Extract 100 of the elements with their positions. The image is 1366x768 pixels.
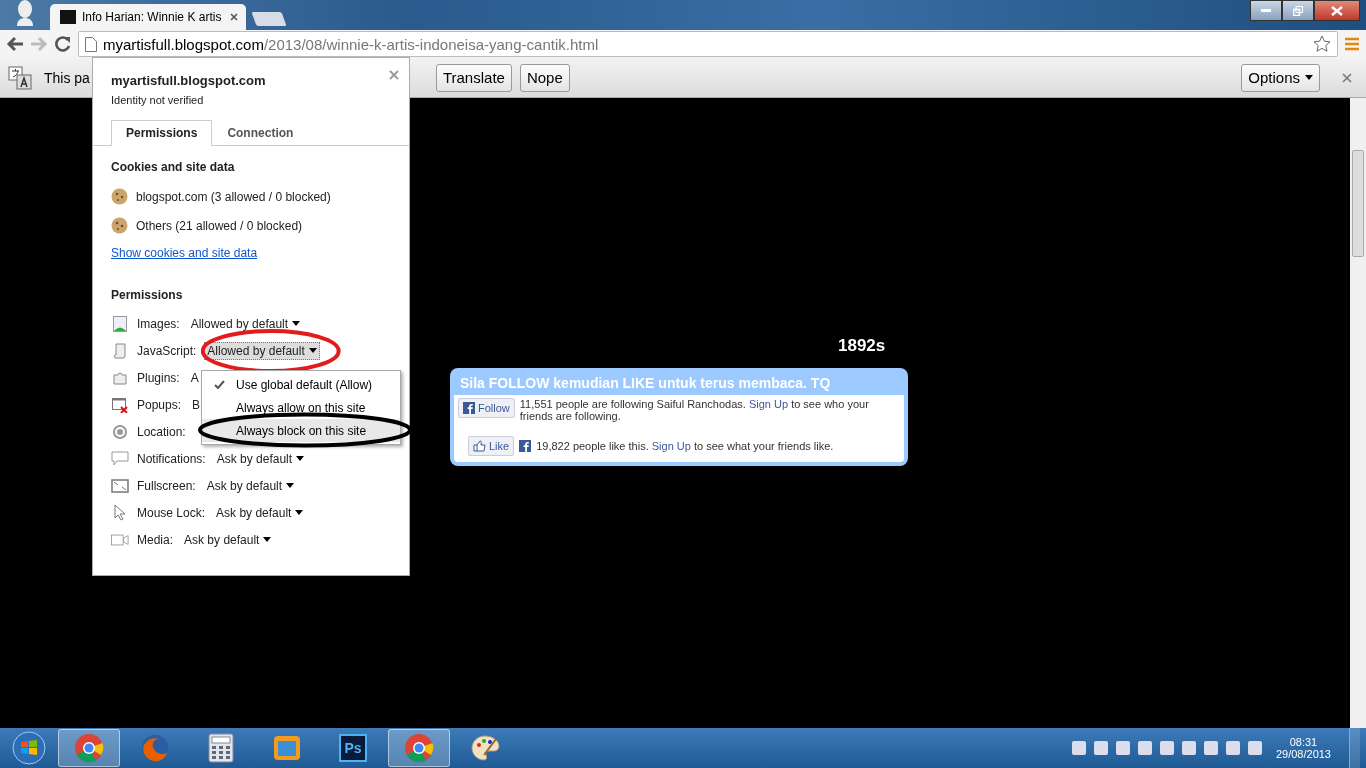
show-cookies-link[interactable]: Show cookies and site data [111,246,258,260]
tray-icon[interactable] [1181,741,1196,755]
tray-icon[interactable] [1225,741,1240,755]
permission-label: Notifications: [137,451,206,466]
permission-dropdown[interactable]: Ask by default [213,449,308,468]
cookie-count: blogspot.com (3 allowed / 0 blocked) [136,189,331,204]
taskbar-app-button[interactable]: Ps [322,729,384,767]
follow-text: 11,551 people are following Saiful Ranchodas. Sign Up to see who your friends are following. [519,398,870,422]
follow-button[interactable]: Follow [458,398,515,418]
permission-label: Plugins: [137,370,180,385]
close-icon[interactable] [389,70,399,80]
sign-up-link[interactable]: Sign Up [748,398,789,410]
identity-status: Identity not verified [111,94,205,106]
address-field[interactable]: myartisfull.blogspot.com/2013/08/winnie-k-artis-indoneisa-yang-cantik.html [78,31,1338,57]
infobar-button[interactable]: Translate [435,63,512,92]
caret-icon [286,483,295,488]
caret-icon [295,510,304,515]
widget-title: Sila FOLLOW kemudian LIKE untuk terus membaca. TQ [459,374,832,393]
tray-icon[interactable] [1115,741,1130,755]
firefox-icon [140,733,170,763]
tray-icon[interactable] [1071,741,1086,755]
tray-icon[interactable] [1247,741,1262,755]
menu-item[interactable]: Use global default (Allow) [202,373,400,396]
sign-up-link[interactable]: Sign Up [651,440,691,452]
tray-icon[interactable] [1159,741,1174,755]
permission-label: JavaScript: [137,343,197,358]
restore-button[interactable] [1282,0,1314,21]
tray-icon[interactable] [1203,741,1218,755]
facebook-icon [519,440,532,452]
close-icon[interactable] [1342,72,1352,83]
photoshop-icon: Ps [339,734,367,762]
minimize-button[interactable] [1250,0,1282,21]
blocked-window-icon [112,396,128,413]
menu-item[interactable]: Always allow on this site [202,396,400,419]
tray-icon[interactable] [1137,741,1152,755]
popup-tab[interactable]: Connection [212,120,309,146]
section-heading: Cookies and site data [111,160,236,174]
tray-icon[interactable] [1093,741,1108,755]
paint-palette-icon [470,733,500,763]
options-button[interactable]: Options [1241,63,1320,92]
user-silhouette-icon[interactable] [14,0,36,26]
fullscreen-icon [111,478,129,493]
scrollbar[interactable] [1350,98,1366,728]
start-orb-icon[interactable] [12,731,46,765]
popup-tab[interactable]: Permissions [111,120,213,146]
cookie-icon [111,188,128,205]
translate-message: This pa [44,69,90,86]
new-tab-button[interactable] [251,12,287,26]
caret-icon [1305,75,1313,80]
cookie-icon [111,217,128,234]
permission-label: Media: [137,532,174,547]
scroll-icon [113,342,127,359]
checkmark-icon [214,380,225,389]
facebook-icon [463,402,475,414]
infobar-button[interactable]: Nope [519,63,570,92]
reload-icon[interactable] [54,35,72,53]
permission-dropdown[interactable]: Ask by default [213,503,307,522]
translate-icon [8,65,32,90]
permission-dropdown[interactable]: Allowed by default [204,341,320,360]
minimize-icon [1261,8,1271,13]
thumbs-up-icon [473,440,486,452]
cursor-icon [114,504,126,521]
caret-icon [296,456,305,461]
puzzle-piece-icon [112,369,128,386]
back-arrow-icon[interactable] [6,36,24,52]
menu-icon[interactable] [1344,36,1360,52]
permission-label: Popups: [137,397,182,412]
permission-dropdown[interactable]: Ask by default [203,476,298,495]
countdown-text: 1892s [838,336,886,356]
caret-icon [263,537,272,542]
browser-tab[interactable]: Info Harian: Winnie K artis [50,4,246,30]
video-camera-icon [111,532,129,547]
speech-bubble-icon [111,451,129,466]
permission-dropdown[interactable]: Allowed by default [187,314,304,333]
caret-icon [308,348,317,353]
chrome-icon [404,733,434,763]
permission-label: Fullscreen: [137,478,196,493]
site-favicon-icon [60,10,76,24]
calculator-icon [208,733,234,763]
like-text: 19,822 people like this. Sign Up to see what your friends like. [536,440,834,452]
permission-label: Location: [137,424,186,439]
close-icon [1331,5,1343,16]
like-button[interactable]: Like [468,436,515,456]
section-heading: Permissions [111,288,184,302]
close-button[interactable] [1314,0,1360,21]
image-icon [113,315,127,332]
site-host: myartisfull.blogspot.com [111,73,267,88]
target-icon [112,423,128,440]
cookie-count: Others (21 allowed / 0 blocked) [136,218,303,233]
permission-dropdown[interactable]: Ask by default [181,530,275,549]
star-icon[interactable] [1313,35,1331,53]
close-icon[interactable] [230,13,238,21]
page-icon [85,36,97,52]
framed-window-icon [272,733,302,763]
chrome-icon [74,733,104,763]
permission-label: Images: [137,316,180,331]
restore-icon [1293,5,1303,16]
scrollbar-thumb[interactable] [1352,150,1364,257]
clock[interactable]: 08:31 29/08/2013 [1275,736,1331,760]
permission-label: Mouse Lock: [137,505,206,520]
